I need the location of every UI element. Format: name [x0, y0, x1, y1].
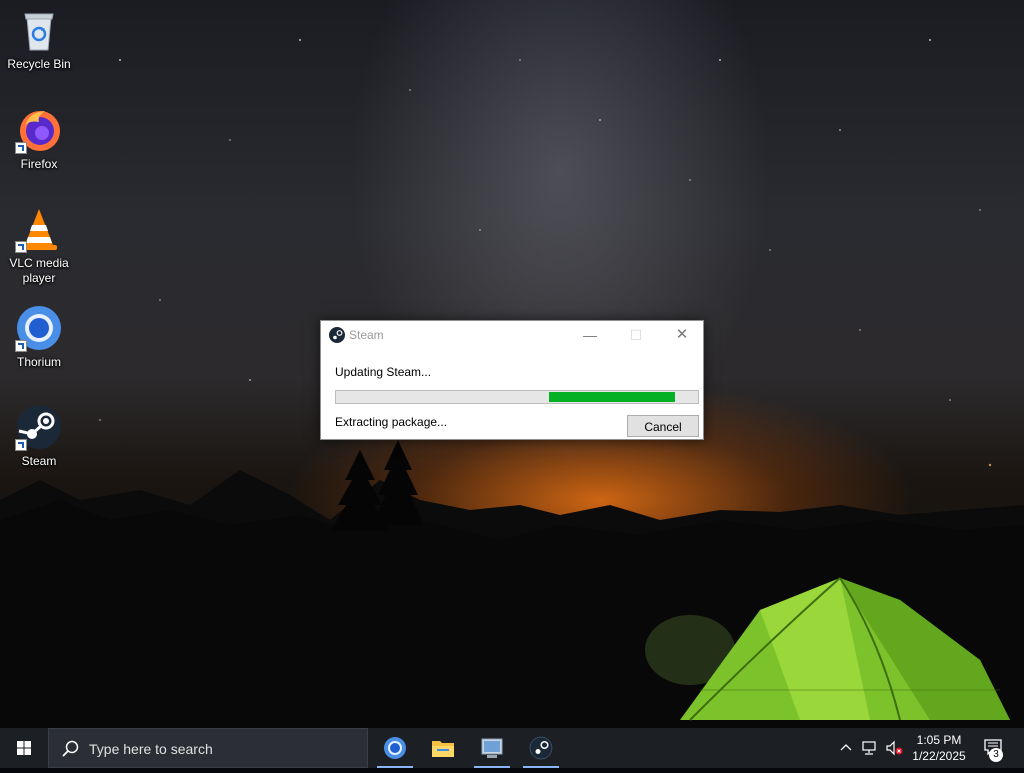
- chevron-up-icon[interactable]: [838, 740, 854, 756]
- steam-icon: [15, 403, 63, 451]
- desktop-icon-label: Recycle Bin: [7, 57, 71, 71]
- minimize-button[interactable]: —: [567, 321, 613, 349]
- shortcut-arrow-icon: [15, 241, 27, 253]
- shortcut-arrow-icon: [15, 439, 27, 451]
- close-button[interactable]: ✕: [659, 321, 705, 349]
- maximize-button[interactable]: ☐: [613, 321, 659, 349]
- taskbar-search-box[interactable]: Type here to search: [48, 728, 368, 768]
- clock-time: 1:05 PM: [916, 733, 962, 747]
- progress-fill: [549, 392, 676, 402]
- cancel-button[interactable]: Cancel: [627, 415, 699, 437]
- taskbar-app-steam[interactable]: [521, 728, 561, 768]
- system-app-icon: [481, 738, 503, 758]
- volume-muted-icon[interactable]: [885, 740, 903, 756]
- desktop-icon-label: Thorium: [16, 355, 61, 369]
- update-status-text: Updating Steam...: [335, 365, 432, 379]
- file-explorer-icon: [432, 741, 454, 757]
- thorium-icon: [384, 737, 406, 759]
- taskbar-app-file-explorer[interactable]: [423, 728, 463, 768]
- extract-status-text: Extracting package...: [335, 415, 448, 429]
- firefox-icon: [15, 106, 63, 154]
- desktop-icon-label: Firefox: [20, 157, 58, 171]
- action-center-button[interactable]: 3: [980, 728, 1008, 768]
- clock-date: 1/22/2025: [912, 749, 966, 763]
- windows-logo-icon: [17, 741, 31, 755]
- desktop-icon-vlc[interactable]: VLC media player: [0, 199, 78, 286]
- desktop-icon-firefox[interactable]: Firefox: [0, 100, 78, 172]
- dialog-titlebar[interactable]: Steam — ☐ ✕: [321, 321, 703, 349]
- update-progress-bar: [335, 390, 699, 404]
- taskbar: Type here to search 1:05 PM 1/22/2025 3: [0, 728, 1024, 768]
- thorium-icon: [15, 304, 63, 352]
- desktop-icon-label: VLC media player: [9, 256, 69, 285]
- shortcut-arrow-icon: [15, 142, 27, 154]
- steam-icon: [529, 736, 553, 760]
- steam-logo-icon: [329, 327, 345, 343]
- recycle-bin-icon: [15, 6, 63, 54]
- network-icon[interactable]: [861, 740, 879, 756]
- desktop-icon-steam[interactable]: Steam: [0, 397, 78, 469]
- search-placeholder: Type here to search: [89, 741, 213, 757]
- taskbar-app-thorium[interactable]: [375, 728, 415, 768]
- taskbar-app-system[interactable]: [472, 728, 512, 768]
- vlc-icon: [15, 205, 63, 253]
- shortcut-arrow-icon: [15, 340, 27, 352]
- desktop-icon-thorium[interactable]: Thorium: [0, 298, 78, 370]
- start-button[interactable]: [0, 728, 48, 768]
- desktop-icon-recycle-bin[interactable]: Recycle Bin: [0, 0, 78, 72]
- notification-count-badge: 3: [989, 748, 1003, 762]
- dialog-title: Steam: [349, 328, 384, 342]
- taskbar-clock[interactable]: 1:05 PM 1/22/2025: [904, 732, 974, 764]
- steam-update-dialog: Steam — ☐ ✕ Updating Steam... Extracting…: [320, 320, 704, 440]
- desktop-icon-label: Steam: [21, 454, 57, 468]
- search-icon: [62, 740, 79, 757]
